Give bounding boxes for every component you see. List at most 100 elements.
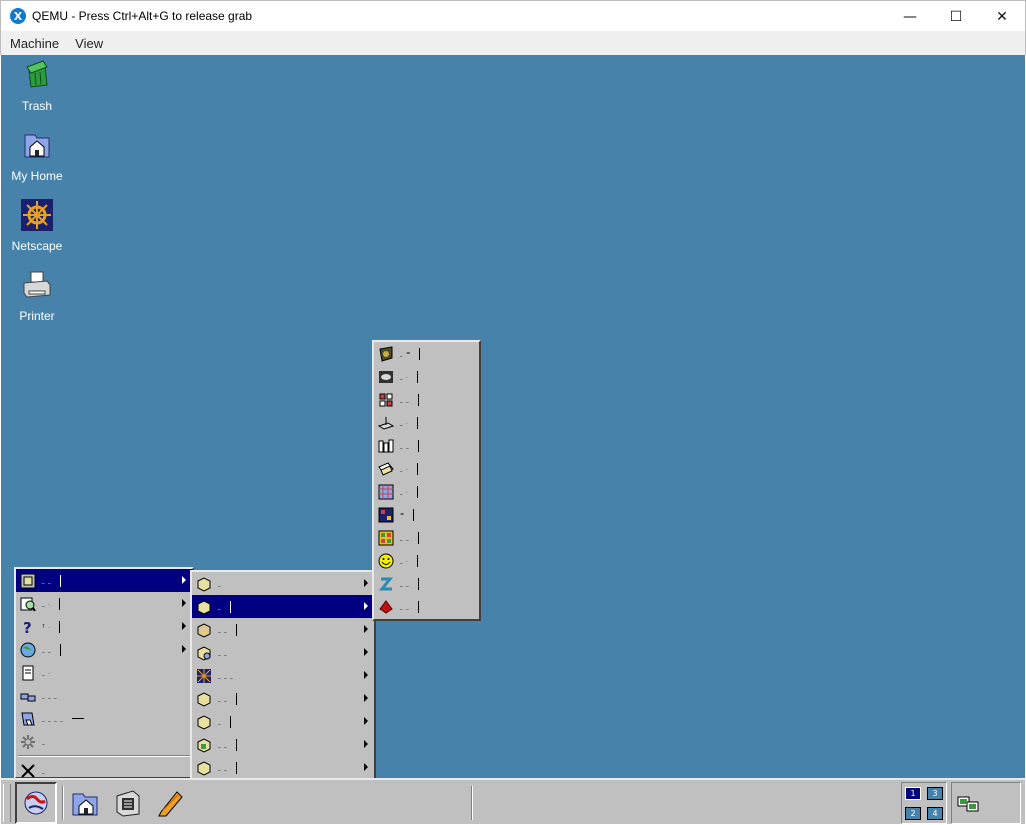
- puzzle-icon: [379, 393, 393, 406]
- menu-machine[interactable]: Machine: [1, 36, 67, 51]
- menu-view[interactable]: View: [67, 36, 111, 51]
- submenu-item[interactable]: _ _: [374, 526, 479, 549]
- submenu-item[interactable]: _ .: [374, 365, 479, 388]
- logout-icon: [21, 763, 35, 778]
- submenu-item[interactable]: _ _ _: [192, 664, 374, 687]
- submenu-item[interactable]: _ .: [374, 549, 479, 572]
- menu-item-label: _ .: [400, 419, 409, 426]
- menu-item-label: _ _: [400, 396, 410, 403]
- desktop-icon-printer[interactable]: Printer: [1, 269, 73, 323]
- box-icon: [197, 714, 211, 730]
- terminal-launcher-icon: [116, 790, 140, 817]
- menu-item-label: _ _: [400, 580, 410, 587]
- submenu-item[interactable]: _ _: [192, 641, 374, 664]
- start-menu-item-find[interactable]: _ .: [16, 592, 192, 615]
- maximize-button[interactable]: ☐: [933, 1, 979, 32]
- close-button[interactable]: ✕: [979, 1, 1025, 32]
- drawing-icon: [378, 416, 394, 430]
- applications-submenu: _ _ _ _ _ _ _ _ _ _ _ _ _ _ _ _: [190, 570, 376, 804]
- home-launcher-icon: [72, 793, 98, 816]
- menu-item-label: _ .: [400, 557, 409, 564]
- menu-item-label: _ .: [400, 488, 409, 495]
- submenu-item[interactable]: _ .: [374, 411, 479, 434]
- applications-box-icon: [20, 573, 36, 588]
- menu-separator: [18, 755, 190, 757]
- blocks-icon: [378, 439, 394, 452]
- window-titlebar: X QEMU - Press Ctrl+Alt+G to release gra…: [0, 0, 1026, 31]
- start-menu-item-run[interactable]: _ _ _ _: [16, 707, 192, 730]
- pager-desktop-2[interactable]: 2: [905, 807, 921, 820]
- start-menu-item-settings[interactable]: _: [16, 730, 192, 753]
- box-icon: [197, 645, 211, 661]
- submenu-item[interactable]: _ _: [374, 388, 479, 411]
- menu-item-label: _ _: [42, 577, 52, 584]
- submenu-arrow-icon: [364, 694, 368, 702]
- submenu-arrow-icon: [364, 648, 368, 656]
- submenu-item[interactable]: =: [374, 503, 479, 526]
- desktop-pager: 1 3 2 4: [901, 782, 947, 824]
- submenu-item[interactable]: _ _: [374, 595, 479, 618]
- start-menu-item-internet[interactable]: _ _: [16, 638, 192, 661]
- desktop-icon-netscape[interactable]: Netscape: [1, 199, 73, 253]
- pager-desktop-1[interactable]: 1: [905, 787, 921, 800]
- box-icon: [197, 760, 211, 776]
- box-icon: [197, 599, 211, 615]
- network-status-icon[interactable]: [956, 791, 982, 817]
- submenu-item-selected[interactable]: _: [192, 595, 374, 618]
- submenu-item[interactable]: _ .: [374, 480, 479, 503]
- submenu-item[interactable]: _ _: [192, 756, 374, 779]
- grid-icon: [197, 668, 211, 683]
- start-menu-item-help[interactable]: ? ? .: [16, 615, 192, 638]
- menu-item-label: _ .: [42, 669, 51, 676]
- desktop-icon-trash[interactable]: Trash: [1, 59, 73, 113]
- pager-desktop-3[interactable]: 3: [927, 787, 943, 800]
- minimize-button[interactable]: —: [887, 1, 933, 32]
- submenu-item[interactable]: _ =: [374, 342, 479, 365]
- start-menu-item-network[interactable]: _ _ _: [16, 684, 192, 707]
- menu-item-label: _ =: [400, 350, 412, 357]
- menubar: Machine View: [0, 31, 1026, 55]
- menu-item-label: _ _: [218, 741, 228, 748]
- qemu-logo-icon: X: [10, 8, 26, 24]
- submenu-item[interactable]: _ _: [374, 572, 479, 595]
- start-menu-item-documents[interactable]: _ .: [16, 661, 192, 684]
- globe-icon: [20, 642, 36, 657]
- taskbar: 1 3 2 4: [1, 778, 1025, 824]
- menu-item-label: _ _ _: [42, 692, 58, 699]
- menu-item-label: _ .: [400, 373, 409, 380]
- home-folder-icon: [24, 134, 50, 158]
- system-tray: [951, 782, 1021, 824]
- submenu-item[interactable]: _ _: [192, 687, 374, 710]
- taskbar-handle[interactable]: [3, 784, 11, 822]
- menu-item-label: _ .: [42, 600, 51, 607]
- menu-item-label: _ _ _: [218, 672, 234, 679]
- submenu-item[interactable]: _ .: [374, 457, 479, 480]
- start-menu-item-applications[interactable]: _ _: [16, 569, 192, 592]
- submenu-arrow-icon: [182, 576, 186, 584]
- editor-launcher[interactable]: [153, 786, 187, 820]
- desktop-icon-my-home[interactable]: My Home: [1, 129, 73, 183]
- submenu-item[interactable]: _ _: [374, 434, 479, 457]
- terminal-launcher[interactable]: [111, 786, 145, 820]
- home-launcher[interactable]: [69, 786, 103, 820]
- cards-icon: [378, 461, 394, 476]
- submenu-arrow-icon: [182, 599, 186, 607]
- games-submenu: _ = _ . _ _ _ . _ _ _ . _ . = _ _ _ . _ …: [372, 340, 481, 621]
- search-icon: [20, 597, 36, 612]
- trash-icon: [26, 60, 48, 88]
- submenu-item[interactable]: _: [192, 572, 374, 595]
- pager-desktop-4[interactable]: 4: [927, 807, 943, 820]
- submenu-item[interactable]: _ _: [192, 618, 374, 641]
- menu-item-label: _ _: [218, 649, 228, 656]
- submenu-item[interactable]: _ _: [192, 733, 374, 756]
- start-button[interactable]: [15, 782, 57, 824]
- taskbar-divider: [62, 786, 64, 820]
- menu-item-label: _: [218, 580, 222, 587]
- submenu-arrow-icon: [364, 602, 368, 610]
- box-icon: [197, 691, 211, 707]
- game-grid-icon: [378, 507, 394, 522]
- submenu-arrow-icon: [364, 740, 368, 748]
- box-icon: [197, 622, 211, 638]
- submenu-item[interactable]: _: [192, 710, 374, 733]
- tile-game-icon: [378, 530, 394, 545]
